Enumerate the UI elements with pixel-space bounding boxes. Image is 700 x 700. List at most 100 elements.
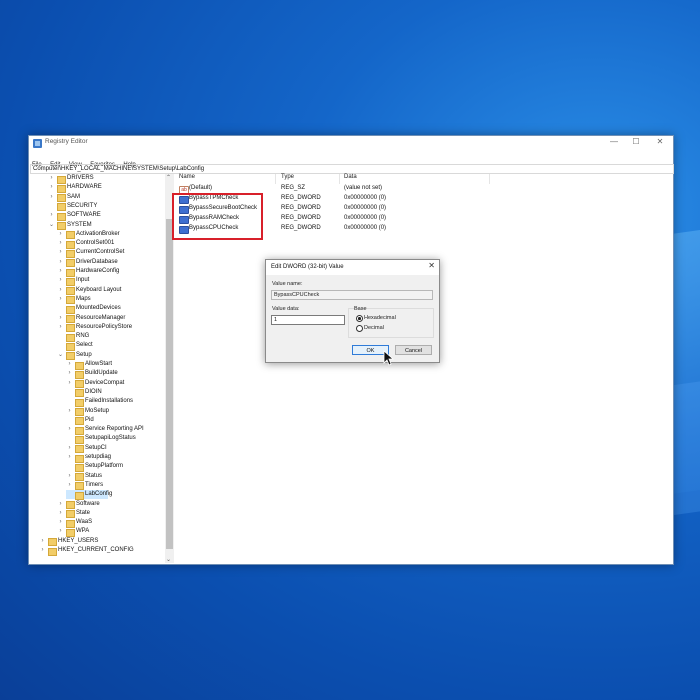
cancel-button[interactable]: Cancel	[395, 345, 432, 355]
tree-item[interactable]: › Status	[66, 472, 165, 482]
value-data: 0x00000000 (0)	[344, 225, 387, 231]
column-header-name[interactable]: Name	[179, 174, 195, 180]
tree-item[interactable]: FailedInstallations	[66, 397, 165, 407]
chevron-right-icon[interactable]: ›	[57, 314, 64, 323]
chevron-right-icon[interactable]: ›	[57, 276, 64, 285]
chevron-right-icon[interactable]: ›	[66, 453, 73, 462]
hexadecimal-radio[interactable]	[356, 315, 363, 322]
tree-item[interactable]: › ResourcePolicyStore	[57, 323, 165, 333]
tree-item[interactable]: › HardwareConfig	[57, 267, 165, 277]
tree-item[interactable]: › HARDWARE	[48, 183, 165, 193]
column-divider[interactable]	[489, 174, 490, 184]
tree-item[interactable]: › ResourceManager	[57, 314, 165, 323]
maximize-button[interactable]: ☐	[629, 137, 643, 146]
tree-item[interactable]: › Maps	[57, 295, 165, 305]
tree-item[interactable]: RNG	[57, 332, 165, 342]
tree-item[interactable]: LabConfig	[66, 490, 112, 500]
chevron-right-icon[interactable]: ›	[39, 546, 46, 555]
tree-item[interactable]: › WaaS	[57, 518, 165, 528]
tree-item[interactable]: › Timers	[66, 481, 165, 491]
tree-item[interactable]: › Keyboard Layout	[57, 286, 165, 296]
tree-item[interactable]: › WPA	[57, 527, 165, 537]
tree-item[interactable]: › HKEY_USERS	[39, 537, 159, 547]
chevron-right-icon[interactable]: ›	[57, 509, 64, 518]
tree-item-label: SetupPlatform	[85, 463, 124, 470]
minimize-button[interactable]: —	[607, 137, 621, 146]
chevron-right-icon[interactable]: ›	[57, 267, 64, 276]
chevron-right-icon[interactable]: ›	[66, 444, 73, 453]
chevron-right-icon[interactable]: ›	[57, 518, 64, 527]
tree-item[interactable]: › SOFTWARE	[48, 211, 165, 221]
chevron-right-icon[interactable]: ›	[57, 323, 64, 332]
tree-item[interactable]: Select	[57, 341, 165, 351]
tree-item[interactable]: › CurrentControlSet	[57, 248, 165, 258]
tree-item[interactable]: SetupPlatform	[66, 462, 165, 472]
chevron-right-icon[interactable]: ›	[66, 425, 73, 434]
tree-item[interactable]: MountedDevices	[57, 304, 165, 314]
chevron-right-icon[interactable]: ›	[57, 286, 64, 295]
tree-item[interactable]: DIOIN	[66, 388, 165, 398]
column-header-data[interactable]: Data	[344, 174, 357, 180]
chevron-right-icon[interactable]: ›	[57, 527, 64, 536]
chevron-right-icon[interactable]: ›	[66, 407, 73, 416]
tree-item-label: RNG	[76, 333, 90, 340]
tree-item[interactable]: › Software	[57, 500, 165, 509]
tree-item[interactable]: › DRIVERS	[48, 174, 165, 184]
tree-item[interactable]: › ActivationBroker	[57, 230, 165, 240]
tree-item[interactable]: SetupapiLogStatus	[66, 434, 165, 444]
chevron-right-icon[interactable]: ›	[48, 174, 55, 183]
chevron-down-icon[interactable]: ⌄	[57, 351, 64, 360]
tree-item[interactable]: › DriverDatabase	[57, 258, 165, 268]
tree-item[interactable]: › MoSetup	[66, 407, 165, 416]
chevron-right-icon[interactable]: ›	[66, 472, 73, 481]
tree-item[interactable]: › DeviceCompat	[66, 379, 165, 389]
tree-item[interactable]: SECURITY	[48, 202, 165, 212]
dialog-close-icon[interactable]: ✕	[428, 261, 435, 270]
tree-item[interactable]: › Service Reporting API	[66, 425, 165, 435]
chevron-right-icon[interactable]: ›	[48, 193, 55, 202]
folder-icon	[66, 287, 75, 296]
tree-item[interactable]: › ControlSet001	[57, 239, 165, 249]
tree-item[interactable]: ⌄ SYSTEM	[48, 221, 165, 230]
chevron-right-icon[interactable]: ›	[57, 295, 64, 304]
chevron-right-icon[interactable]: ›	[57, 239, 64, 248]
chevron-right-icon[interactable]: ›	[66, 481, 73, 490]
decimal-radio[interactable]	[356, 325, 363, 332]
tree-item[interactable]: Pid	[66, 416, 165, 426]
chevron-right-icon[interactable]: ›	[39, 537, 46, 546]
chevron-right-icon[interactable]: ›	[57, 248, 64, 257]
chevron-right-icon[interactable]: ›	[66, 379, 73, 388]
tree-item[interactable]: › SetupCI	[66, 444, 165, 454]
tree-item[interactable]: › Input	[57, 276, 165, 286]
scroll-down-icon[interactable]: ⌄	[166, 556, 171, 563]
value-data-input[interactable]: 1	[271, 315, 345, 325]
column-divider[interactable]	[339, 174, 340, 184]
chevron-right-icon[interactable]: ›	[48, 211, 55, 220]
tree-item[interactable]: › State	[57, 509, 165, 519]
chevron-right-icon[interactable]: ›	[57, 258, 64, 267]
tree-item[interactable]: ⌄ Setup	[57, 351, 165, 361]
chevron-down-icon[interactable]: ⌄	[48, 221, 55, 230]
tree-item-label: CurrentControlSet	[76, 249, 125, 256]
chevron-right-icon[interactable]: ›	[57, 230, 64, 239]
value-name-label: Value name:	[272, 281, 303, 287]
chevron-right-icon[interactable]: ›	[66, 360, 73, 369]
hexadecimal-label[interactable]: Hexadecimal	[364, 315, 396, 321]
tree-item[interactable]: › AllowStart	[66, 360, 165, 370]
tree-item[interactable]: › BuildUpdate	[66, 369, 165, 379]
tree-item-label: FailedInstallations	[85, 398, 134, 405]
tree-item[interactable]: › setupdiag	[66, 453, 165, 463]
column-divider[interactable]	[275, 174, 276, 184]
tree-item-label: State	[76, 509, 91, 516]
chevron-right-icon[interactable]: ›	[48, 183, 55, 192]
tree-item[interactable]: › HKEY_CURRENT_CONFIG	[39, 546, 159, 556]
chevron-right-icon[interactable]: ›	[57, 500, 64, 509]
close-button[interactable]: ✕	[653, 137, 667, 146]
scroll-thumb[interactable]	[166, 219, 173, 549]
address-bar[interactable]: Computer\HKEY_LOCAL_MACHINE\SYSTEM\Setup…	[30, 164, 674, 174]
chevron-right-icon[interactable]: ›	[66, 369, 73, 378]
scroll-up-icon[interactable]: ⌃	[166, 174, 171, 181]
decimal-label[interactable]: Decimal	[364, 325, 384, 331]
column-header-type[interactable]: Type	[281, 174, 294, 180]
tree-item[interactable]: › SAM	[48, 193, 165, 203]
